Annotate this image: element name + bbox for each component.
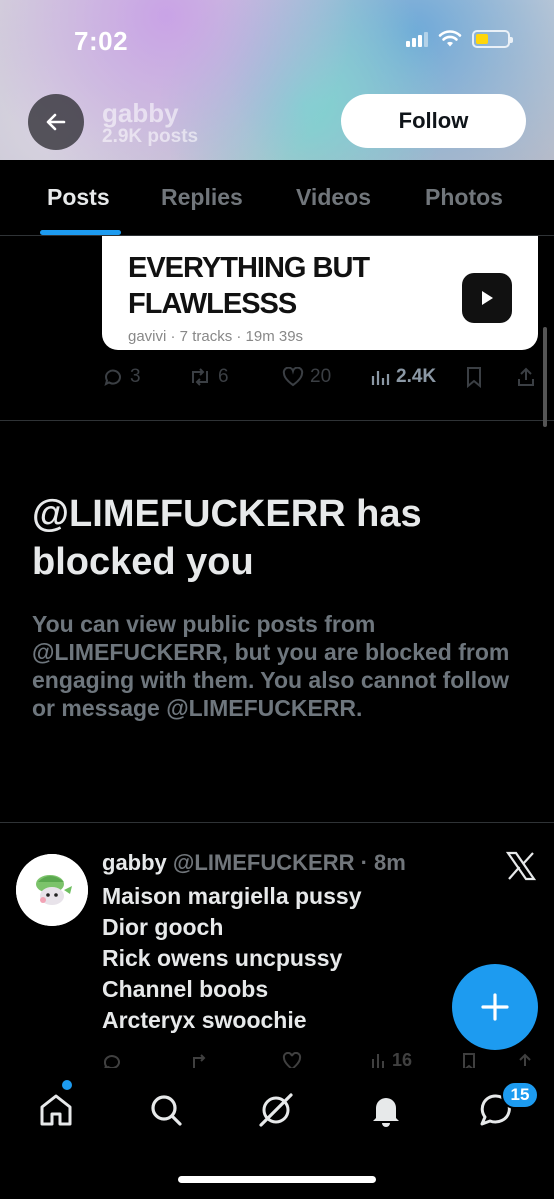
play-icon	[482, 291, 493, 305]
repost-button[interactable]: 6	[188, 366, 229, 388]
bell-icon	[373, 1098, 399, 1127]
profile-name: gabby	[102, 98, 179, 128]
views-button[interactable]: 2.4K	[370, 366, 436, 388]
back-button[interactable]	[28, 94, 84, 150]
heart-icon	[282, 367, 304, 387]
card-title-line-2: FLAWLESSS	[128, 288, 297, 320]
avatar-image	[16, 854, 88, 926]
post-actions: 3 6 20 2.4K	[102, 366, 542, 394]
reply-button[interactable]: 3	[102, 366, 141, 388]
battery-icon	[472, 30, 513, 48]
x-logo-icon[interactable]	[505, 850, 537, 882]
tab-active-indicator	[40, 230, 121, 235]
tweet-display-name[interactable]: gabby	[102, 850, 167, 875]
tweet-line: Channel boobs	[102, 976, 269, 1002]
status-icons	[406, 30, 513, 48]
reply-icon	[104, 369, 121, 386]
compose-button[interactable]	[452, 964, 538, 1050]
card-title: EVERYTHING BUT FLAWLESSS	[128, 250, 428, 322]
views-chart-icon	[372, 1054, 384, 1068]
profile-tabs: Posts Replies Videos Photos	[0, 160, 554, 236]
play-button[interactable]	[462, 273, 512, 323]
reply-count: 3	[130, 366, 141, 387]
home-icon	[40, 1094, 72, 1126]
like-count: 20	[310, 366, 332, 387]
like-button[interactable]: 20	[282, 366, 331, 388]
tab-replies[interactable]: Replies	[161, 184, 243, 211]
card-title-line-1: EVERYTHING BUT	[128, 252, 370, 284]
bookmark-icon	[467, 367, 481, 388]
home-notification-dot	[62, 1080, 72, 1090]
profile-banner: 7:02 gabby 2.9K posts Follow	[0, 0, 554, 160]
avatar[interactable]	[16, 854, 88, 926]
home-indicator	[178, 1176, 376, 1183]
profile-post-count: 2.9K posts	[102, 126, 199, 147]
card-meta: gavivi · 7 tracks · 19m 39s	[128, 328, 304, 345]
blocked-description: You can view public posts from @LIMEFUCK…	[32, 611, 510, 721]
arrow-left-icon	[46, 113, 66, 131]
grok-icon	[259, 1093, 293, 1127]
share-button[interactable]	[516, 366, 536, 388]
nav-home[interactable]	[34, 1088, 78, 1132]
plus-icon	[481, 993, 509, 1021]
bookmark-button[interactable]	[466, 366, 482, 388]
repost-icon	[192, 368, 208, 386]
share-icon	[518, 367, 534, 386]
status-time: 7:02	[74, 26, 129, 56]
views-chart-icon	[371, 371, 390, 385]
tweet-handle[interactable]: @LIMEFUCKERR	[173, 850, 355, 875]
tweet-line: Maison margiella pussy	[102, 883, 362, 909]
tab-videos[interactable]: Videos	[296, 184, 371, 211]
media-card[interactable]: EVERYTHING BUT FLAWLESSS gavivi · 7 trac…	[102, 236, 538, 350]
tweet-text: Maison margiella pussy Dior gooch Rick o…	[102, 881, 361, 1036]
scrollbar[interactable]	[543, 327, 547, 427]
tweet-line: Dior gooch	[102, 914, 224, 940]
tweet-line: Arcteryx swoochie	[102, 1007, 307, 1033]
search-icon	[151, 1095, 182, 1126]
messages-badge: 15	[501, 1081, 539, 1109]
nav-grok[interactable]	[254, 1088, 298, 1132]
tweet-header: gabby @LIMEFUCKERR · 8m	[102, 850, 406, 876]
tab-photos[interactable]: Photos	[425, 184, 503, 211]
divider	[0, 420, 554, 421]
cellular-signal-icon	[406, 31, 428, 47]
wifi-icon	[438, 30, 462, 47]
follow-button[interactable]: Follow	[341, 94, 526, 148]
blocked-title: @LIMEFUCKERR has blocked you	[32, 493, 422, 583]
nav-notifications[interactable]	[364, 1088, 408, 1132]
divider	[0, 822, 554, 823]
tab-posts[interactable]: Posts	[47, 184, 110, 211]
views-count: 2.4K	[396, 366, 437, 387]
tweet-line: Rick owens uncpussy	[102, 945, 343, 971]
nav-search[interactable]	[144, 1088, 188, 1132]
repost-count: 6	[218, 366, 229, 387]
tweet-time: · 8m	[360, 850, 406, 875]
